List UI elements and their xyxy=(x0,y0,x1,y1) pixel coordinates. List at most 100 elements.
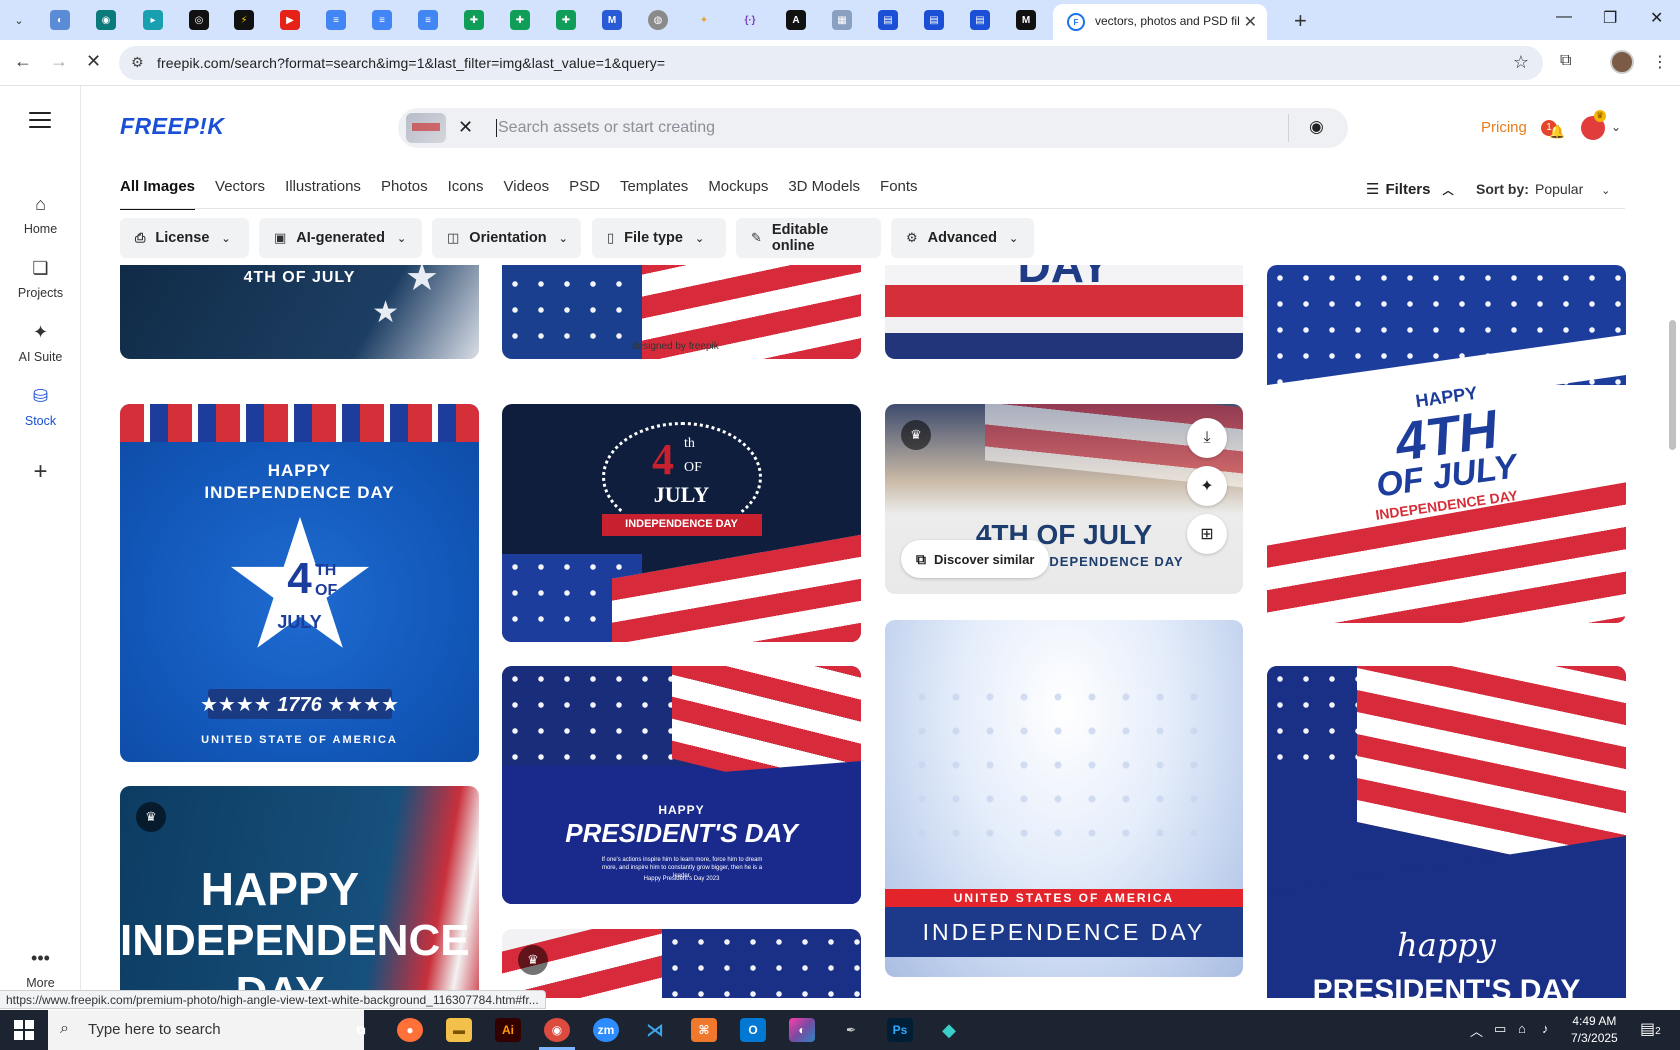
tab-favicon-8[interactable]: ✦ xyxy=(694,10,714,30)
browser-menu-icon[interactable]: ⋮ xyxy=(1652,52,1668,72)
tab-icons[interactable]: Icons xyxy=(448,178,484,210)
photoshop-icon[interactable]: Ps xyxy=(887,1018,913,1042)
address-bar[interactable]: ⚙ freepik.com/search?format=search&img=1… xyxy=(119,46,1543,80)
tab-templates[interactable]: Templates xyxy=(620,178,688,210)
filter-editable-online[interactable]: ✎ Editable online xyxy=(736,218,881,258)
freepik-logo[interactable]: FREEP!K xyxy=(120,113,224,140)
tray-chevron-icon[interactable]: ︿ xyxy=(1470,1021,1483,1040)
minimize-icon[interactable]: — xyxy=(1556,8,1572,26)
tab-favicon-docs-icon[interactable]: ≡ xyxy=(418,10,438,30)
tab-illustrations[interactable]: Illustrations xyxy=(285,178,361,210)
notification-center-icon[interactable]: ▤2 xyxy=(1640,1019,1661,1039)
tab-favicon-14[interactable]: ▤ xyxy=(970,10,990,30)
image-card-hovered[interactable]: 4TH OF JULY INDEPENDENCE DAY ♛ ⤓ ✦ ⊞ ⧉ Di… xyxy=(885,404,1243,594)
tab-mockups[interactable]: Mockups xyxy=(708,178,768,210)
chevron-down-icon[interactable]: ⌄ xyxy=(1611,120,1621,134)
tab-vectors[interactable]: Vectors xyxy=(215,178,265,210)
extensions-icon[interactable]: ⧉ xyxy=(1560,52,1571,70)
save-to-collection-icon[interactable]: ⊞ xyxy=(1187,514,1227,554)
close-window-icon[interactable]: ✕ xyxy=(1650,8,1663,28)
tab-photos[interactable]: Photos xyxy=(381,178,428,210)
system-clock[interactable]: 4:49 AM 7/3/2025 xyxy=(1571,1013,1618,1047)
ai-edit-icon[interactable]: ✦ xyxy=(1187,466,1227,506)
tab-favicon-sheets-icon[interactable]: ✚ xyxy=(464,10,484,30)
wifi-icon[interactable]: ⌂ xyxy=(1518,1021,1526,1036)
filters-toggle-button[interactable]: ☰ Filters ︿ xyxy=(1366,180,1454,198)
rail-item-ai-suite[interactable]: ✦ AI Suite xyxy=(0,322,81,364)
zoom-icon[interactable]: zm xyxy=(593,1018,619,1042)
tab-favicon-11[interactable]: ▦ xyxy=(832,10,852,30)
notifications-button[interactable]: 1 🔔 xyxy=(1541,118,1565,140)
filter-advanced[interactable]: ⚙ Advanced ⌄ xyxy=(891,218,1034,258)
tab-favicon-15[interactable]: M xyxy=(1016,10,1036,30)
image-card[interactable]: HAPPY 4TH OF JULY INDEPENDENCE DAY xyxy=(1267,265,1626,623)
tab-favicon-2[interactable]: ◉ xyxy=(96,10,116,30)
pen-tool-icon[interactable]: ✒ xyxy=(838,1018,864,1042)
tab-favicon-5[interactable]: ⚡ xyxy=(234,10,254,30)
tab-favicon-youtube-icon[interactable]: ▶ xyxy=(280,10,300,30)
site-info-icon[interactable]: ⚙ xyxy=(131,54,144,71)
close-tab-icon[interactable]: ✕ xyxy=(1244,12,1257,32)
tab-search-chevron-icon[interactable]: ⌄ xyxy=(6,8,32,32)
tab-favicon-docs-icon[interactable]: ≡ xyxy=(372,10,392,30)
tab-favicon-globe-icon[interactable]: ◍ xyxy=(648,10,668,30)
image-card[interactable]: DAY xyxy=(885,265,1243,359)
scrollbar-thumb[interactable] xyxy=(1669,320,1676,450)
image-card[interactable]: happy PRESIDENT'S DAY xyxy=(1267,666,1626,998)
tab-favicon-sheets-icon[interactable]: ✚ xyxy=(556,10,576,30)
forward-icon[interactable]: → xyxy=(50,51,68,72)
rail-item-home[interactable]: ⌂ Home xyxy=(0,194,81,236)
restore-icon[interactable]: ❐ xyxy=(1603,8,1617,28)
search-input[interactable] xyxy=(498,112,1188,144)
sort-dropdown[interactable]: Popular ⌄ xyxy=(1535,181,1610,197)
outlook-icon[interactable]: O xyxy=(740,1018,766,1042)
rail-add-button[interactable]: + xyxy=(0,458,81,485)
image-card[interactable]: 4 th OF JULY INDEPENDENCE DAY xyxy=(502,404,861,642)
image-card[interactable]: HAPPY INDEPENDENCE DAY ★ 4 TH OF JULY ★★… xyxy=(120,404,479,762)
tab-favicon-3[interactable]: ▸ xyxy=(143,10,163,30)
image-card[interactable]: ♛ HAPPY INDEPENDENCE DAY xyxy=(120,786,479,998)
stop-loading-icon[interactable]: ✕ xyxy=(86,51,101,72)
search-image-thumbnail[interactable] xyxy=(406,113,446,143)
image-card[interactable]: ♛ xyxy=(502,929,861,998)
back-icon[interactable]: ← xyxy=(14,51,32,72)
new-tab-icon[interactable]: + xyxy=(1294,8,1307,34)
pricing-link[interactable]: Pricing xyxy=(1481,119,1527,136)
tab-favicon-sheets-icon[interactable]: ✚ xyxy=(510,10,530,30)
tab-favicon-7[interactable]: M xyxy=(602,10,622,30)
chrome-icon[interactable]: ◉ xyxy=(544,1018,570,1042)
firefox-icon[interactable]: ● xyxy=(397,1018,423,1042)
taskbar-search-box[interactable]: ⌕ Type here to search xyxy=(48,1010,364,1050)
bookmark-star-icon[interactable]: ☆ xyxy=(1513,52,1529,73)
tab-favicon-12[interactable]: ▤ xyxy=(878,10,898,30)
clear-image-icon[interactable]: ✕ xyxy=(458,117,473,138)
tab-all-images[interactable]: All Images xyxy=(120,178,196,210)
volume-icon[interactable]: ♪ xyxy=(1542,1021,1549,1036)
tab-favicon-10[interactable]: A xyxy=(786,10,806,30)
app-icon-teal[interactable]: ◆ xyxy=(936,1018,962,1042)
tab-favicon-docs-icon[interactable]: ≡ xyxy=(326,10,346,30)
tab-psd[interactable]: PSD xyxy=(569,178,600,210)
image-card[interactable]: 4TH OF JULY ★ ★ xyxy=(120,265,479,359)
illustrator-icon[interactable]: Ai xyxy=(495,1018,521,1042)
tab-3d-models[interactable]: 3D Models xyxy=(788,178,860,210)
tab-favicon-4[interactable]: ◎ xyxy=(189,10,209,30)
creative-cloud-icon[interactable]: ◐ xyxy=(789,1018,815,1042)
task-view-icon[interactable]: ⧉ xyxy=(348,1018,374,1042)
image-card[interactable]: designed by freepik xyxy=(502,265,861,359)
download-icon[interactable]: ⤓ xyxy=(1187,418,1227,458)
active-tab[interactable]: F vectors, photos and PSD files | F ✕ xyxy=(1053,4,1267,40)
rail-item-stock[interactable]: ⛁ Stock xyxy=(0,386,81,428)
tab-favicon-1[interactable]: ◐ xyxy=(50,10,70,30)
discover-similar-button[interactable]: ⧉ Discover similar xyxy=(901,540,1050,578)
filter-license[interactable]: ⎙ License ⌄ xyxy=(120,218,249,258)
vscode-icon[interactable]: ⋊ xyxy=(642,1018,668,1042)
filter-ai-generated[interactable]: ▣ AI-generated ⌄ xyxy=(259,218,422,258)
rail-item-projects[interactable]: ❏ Projects xyxy=(0,258,81,300)
tab-fonts[interactable]: Fonts xyxy=(880,178,918,210)
profile-avatar[interactable] xyxy=(1610,50,1634,74)
tab-favicon-13[interactable]: ▤ xyxy=(924,10,944,30)
url-text[interactable]: freepik.com/search?format=search&img=1&l… xyxy=(157,55,665,71)
hamburger-menu-icon[interactable] xyxy=(29,112,51,128)
rail-item-more[interactable]: ••• More xyxy=(0,948,81,990)
